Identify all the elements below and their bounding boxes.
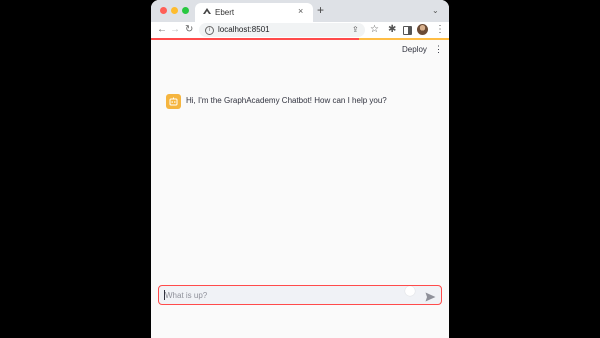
- tab-ebert[interactable]: Ebert ×: [195, 3, 313, 22]
- info-icon[interactable]: i: [205, 26, 214, 35]
- chat-input-box[interactable]: [158, 285, 442, 305]
- message-text: Hi, I'm the GraphAcademy Chatbot! How ca…: [186, 96, 387, 105]
- streamlit-icon: [202, 7, 212, 19]
- robot-icon: [166, 94, 181, 109]
- browser-menu-icon[interactable]: ⋮: [435, 24, 445, 36]
- deploy-button[interactable]: Deploy: [402, 45, 427, 55]
- forward-icon[interactable]: →: [170, 23, 180, 37]
- minimize-window-button[interactable]: [171, 7, 178, 14]
- address-bar[interactable]: i localhost:8501 ⇪: [199, 23, 365, 37]
- extensions-icon[interactable]: ✱: [388, 24, 396, 36]
- back-icon[interactable]: ←: [157, 23, 167, 37]
- url-text[interactable]: localhost:8501: [218, 25, 270, 35]
- tab-search-chevron-icon[interactable]: ⌄: [432, 5, 439, 16]
- maximize-window-button[interactable]: [182, 7, 189, 14]
- app-menu-icon[interactable]: ⋮: [434, 44, 443, 55]
- chat-input[interactable]: [165, 288, 405, 302]
- chat-message: Hi, I'm the GraphAcademy Chatbot! How ca…: [166, 93, 436, 111]
- mouse-cursor: [405, 286, 415, 296]
- title-bar: Ebert × + ⌄: [151, 0, 449, 22]
- send-icon[interactable]: [425, 289, 436, 307]
- close-window-button[interactable]: [160, 7, 167, 14]
- browser-toolbar: ← → ↻ i localhost:8501 ⇪ ☆ ✱ ⋮: [151, 22, 449, 39]
- reload-icon[interactable]: ↻: [185, 23, 193, 37]
- new-tab-icon[interactable]: +: [317, 3, 324, 17]
- profile-avatar[interactable]: [417, 24, 428, 35]
- close-tab-icon[interactable]: ×: [298, 6, 303, 17]
- app-header-decoration: [151, 38, 449, 40]
- tab-title: Ebert: [215, 8, 235, 17]
- browser-window: Ebert × + ⌄ ← → ↻ i localhost:8501 ⇪ ☆ ✱…: [151, 0, 449, 338]
- side-panel-icon[interactable]: [403, 26, 412, 35]
- bookmark-star-icon[interactable]: ☆: [370, 24, 379, 36]
- share-icon[interactable]: ⇪: [352, 24, 359, 35]
